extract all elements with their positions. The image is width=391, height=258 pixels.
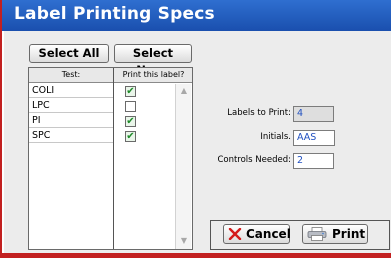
list-scrollbar[interactable]: ▲ ▼ [175,84,191,249]
column-header-test: Test: [61,70,81,79]
controls-needed-field[interactable]: 2 [293,153,334,169]
chevron-up-icon[interactable]: ▲ [178,86,190,96]
labels-to-print-field: 4 [293,106,334,122]
close-icon [228,228,242,240]
print-checkbox-pi[interactable]: ✔ [125,116,136,127]
list-row[interactable]: SPC [29,129,113,143]
checkmark-icon: ✔ [126,86,135,97]
cancel-button-label: Cancel [246,227,291,241]
row-test-name: COLI [32,85,55,96]
list-header: Test: Print this label? [29,68,192,83]
initials-label: Initials. [260,132,291,142]
row-test-name: PI [32,115,41,126]
print-button-label: Print [332,227,366,241]
column-header-print: Print this label? [122,70,185,79]
checkmark-icon: ✔ [126,116,135,127]
list-row[interactable]: COLI [29,84,113,98]
print-button[interactable]: Print [302,224,368,244]
column-divider [113,68,114,249]
select-all-button[interactable]: Select All [29,44,109,63]
print-checkbox-spc[interactable]: ✔ [125,131,136,142]
row-test-name: SPC [32,130,51,141]
chevron-down-icon[interactable]: ▼ [178,236,190,246]
title-bar: Label Printing Specs [2,0,391,31]
test-list: Test: Print this label? COLI ✔ LPC PI ✔ … [28,67,193,250]
select-none-button[interactable]: Select None [114,44,192,77]
labels-to-print-label: Labels to Print: [227,108,291,118]
print-checkbox-lpc[interactable] [125,101,136,112]
list-row[interactable]: LPC [29,99,113,113]
checkmark-icon: ✔ [126,131,135,142]
label-printing-window: Label Printing Specs Select All Select N… [0,0,391,258]
list-row[interactable]: PI [29,114,113,128]
bottom-border [2,253,391,258]
print-checkbox-coli[interactable]: ✔ [125,86,136,97]
cancel-button[interactable]: Cancel [223,224,291,244]
initials-field[interactable]: AAS [293,130,335,146]
controls-needed-label: Controls Needed: [217,155,291,165]
row-test-name: LPC [32,100,50,111]
printer-icon [307,227,327,241]
window-title: Label Printing Specs [14,4,215,24]
